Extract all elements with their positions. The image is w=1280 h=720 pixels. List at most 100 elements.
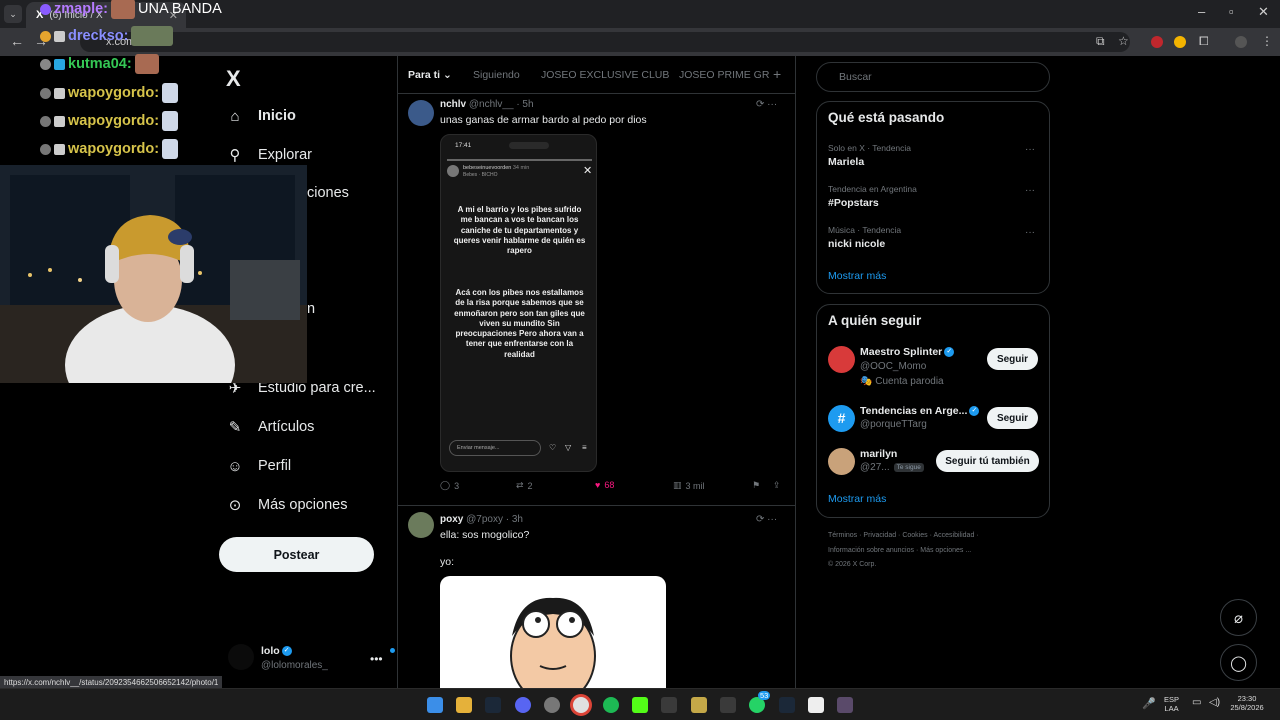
emote-icon bbox=[134, 54, 159, 74]
minimize-icon[interactable]: – bbox=[1198, 4, 1205, 19]
kick-icon[interactable] bbox=[632, 697, 648, 713]
tweet-image[interactable]: 17:41 bebeseinuevoorden 34 min Bebes · B… bbox=[440, 134, 597, 472]
follow-button[interactable]: Seguir bbox=[987, 407, 1038, 429]
footer-link[interactable]: Más opciones ... bbox=[920, 547, 971, 554]
account-switcher[interactable]: lolo ✓ @lolomorales_ ••• bbox=[228, 644, 395, 676]
url-field[interactable]: x.com/i bbox=[80, 32, 1130, 52]
extensions-puzzle-icon[interactable]: ⧠ bbox=[1199, 34, 1209, 49]
volume-icon[interactable]: ◁) bbox=[1209, 697, 1220, 708]
chat-user: dreckso: bbox=[68, 28, 129, 44]
footer-link[interactable]: Cookies bbox=[902, 532, 927, 539]
reply-button[interactable]: ◯ 3 bbox=[440, 480, 459, 491]
back-icon[interactable]: ← bbox=[10, 33, 24, 49]
trend-item[interactable]: Mariela bbox=[828, 156, 864, 168]
trend-meta: Tendencia en Argentina bbox=[828, 184, 917, 194]
add-tab-icon[interactable]: + bbox=[773, 66, 781, 82]
footer-link[interactable]: Accesibilidad bbox=[933, 532, 974, 539]
app-icon[interactable] bbox=[691, 697, 707, 713]
extension-icon[interactable] bbox=[1151, 36, 1163, 48]
app-icon[interactable] bbox=[720, 697, 736, 713]
footer-links: Términos · Privacidad · Cookies · Accesi… bbox=[828, 532, 979, 539]
tab-joseo-prime[interactable]: JOSEO PRIME GR bbox=[679, 69, 769, 81]
search-input[interactable]: Buscar bbox=[816, 62, 1050, 92]
nav-label: Más opciones bbox=[258, 497, 348, 513]
language-indicator[interactable]: ESP LAA bbox=[1164, 695, 1179, 713]
tweet-image[interactable] bbox=[440, 576, 666, 688]
file-explorer-icon[interactable] bbox=[456, 697, 472, 713]
tweet-more-icon[interactable]: ⟳ ··· bbox=[756, 99, 777, 110]
avatar[interactable] bbox=[828, 346, 855, 373]
like-button[interactable]: ♥ 68 bbox=[595, 480, 614, 490]
search-icon: ⚲ bbox=[229, 147, 241, 164]
tweet[interactable]: nchlv @nchlv__ · 5h ⟳ ··· unas ganas de … bbox=[398, 94, 795, 506]
follow-name[interactable]: Maestro Splinter ✓ bbox=[860, 346, 955, 358]
install-icon[interactable]: ⧉ bbox=[1096, 34, 1105, 49]
tab-siguiendo[interactable]: Siguiendo bbox=[473, 69, 520, 81]
microphone-icon[interactable]: 🎤 bbox=[1142, 697, 1156, 710]
footer-link[interactable]: Términos bbox=[828, 532, 857, 539]
clock[interactable]: 23:30 25/8/2026 bbox=[1225, 694, 1269, 712]
show-more-link[interactable]: Mostrar más bbox=[828, 270, 886, 282]
app-icon[interactable] bbox=[808, 697, 824, 713]
more-icon[interactable]: ··· bbox=[1025, 144, 1035, 155]
profile-avatar-icon[interactable] bbox=[1235, 36, 1247, 48]
follow-back-button[interactable]: Seguir tú también bbox=[936, 450, 1039, 472]
follow-button[interactable]: Seguir bbox=[987, 348, 1038, 370]
tweet[interactable]: poxy @7poxy · 3h ⟳ ··· ella: sos mogolic… bbox=[398, 506, 795, 688]
nav-item-articulos[interactable]: ✎ Artículos bbox=[226, 415, 315, 439]
chrome-icon[interactable] bbox=[573, 697, 589, 713]
trend-item[interactable]: #Popstars bbox=[828, 197, 879, 209]
window-close-icon[interactable]: ✕ bbox=[1258, 4, 1269, 20]
tab-joseo-exclusive[interactable]: JOSEO EXCLUSIVE CLUB bbox=[541, 69, 669, 81]
extension-icon[interactable] bbox=[1174, 36, 1186, 48]
follow-name[interactable]: marilyn bbox=[860, 448, 897, 460]
avatar[interactable] bbox=[408, 100, 434, 126]
tab-para-ti[interactable]: Para ti ⌄ bbox=[408, 69, 452, 81]
post-button[interactable]: Postear bbox=[219, 537, 374, 572]
steam-icon[interactable] bbox=[485, 697, 501, 713]
nav-item-mas-opciones[interactable]: ⊙ Más opciones bbox=[226, 493, 348, 517]
nav-item-explorar[interactable]: ⚲ Explorar bbox=[226, 143, 313, 167]
tweet-more-icon[interactable]: ⟳ ··· bbox=[756, 514, 777, 525]
chat-badge-icon bbox=[40, 87, 51, 99]
bookmark-icon[interactable]: ⚑ bbox=[752, 480, 760, 491]
views-button[interactable]: ▥ 3 mil bbox=[673, 480, 705, 491]
start-icon[interactable] bbox=[427, 697, 443, 713]
trend-item[interactable]: nicki nicole bbox=[828, 238, 885, 250]
app-icon[interactable] bbox=[661, 697, 677, 713]
app-icon[interactable] bbox=[837, 697, 853, 713]
tab-search-icon[interactable]: ⌄ bbox=[4, 5, 22, 23]
hashtag-icon[interactable]: # bbox=[828, 405, 855, 432]
messages-icon[interactable]: ◯ bbox=[1220, 644, 1257, 681]
avatar[interactable] bbox=[408, 512, 434, 538]
footer-link[interactable]: Información sobre anuncios bbox=[828, 547, 914, 554]
footer-link[interactable]: Privacidad bbox=[863, 532, 896, 539]
more-icon[interactable]: ••• bbox=[370, 652, 383, 666]
x-logo[interactable]: X bbox=[226, 66, 241, 92]
more-icon[interactable]: ··· bbox=[1025, 227, 1035, 238]
more-icon[interactable]: ··· bbox=[1025, 185, 1035, 196]
grok-icon[interactable]: ⌀ bbox=[1220, 599, 1257, 636]
bookmark-star-icon[interactable]: ☆ bbox=[1118, 34, 1129, 48]
retweet-button[interactable]: ⇄ 2 bbox=[516, 480, 533, 491]
parody-label: 🎭 Cuenta parodia bbox=[860, 376, 944, 387]
chat-badge-icon bbox=[40, 3, 51, 15]
tweet-handle: @7poxy bbox=[466, 514, 503, 525]
browser-menu-icon[interactable]: ⋮ bbox=[1261, 34, 1273, 48]
app-icon[interactable] bbox=[544, 697, 560, 713]
share-icon[interactable]: ⇪ bbox=[773, 480, 781, 491]
follow-name[interactable]: Tendencias en Arge... ✓ bbox=[860, 405, 980, 417]
maximize-icon[interactable]: ▫ bbox=[1229, 4, 1234, 19]
follow-handle: @OOC_Momo bbox=[860, 361, 927, 372]
show-more-link[interactable]: Mostrar más bbox=[828, 493, 886, 505]
discord-icon[interactable] bbox=[515, 697, 531, 713]
steam-icon[interactable] bbox=[779, 697, 795, 713]
nav-item-perfil[interactable]: ☺ Perfil bbox=[226, 454, 291, 478]
network-icon[interactable]: ▭ bbox=[1192, 697, 1201, 708]
avatar[interactable] bbox=[828, 448, 855, 475]
profile-name: lolo ✓ bbox=[261, 645, 292, 657]
webcam-feed bbox=[0, 165, 307, 383]
spotify-icon[interactable] bbox=[603, 697, 619, 713]
nav-item-inicio[interactable]: ⌂ Inicio bbox=[226, 104, 295, 128]
chat-badge-icon bbox=[54, 87, 65, 99]
